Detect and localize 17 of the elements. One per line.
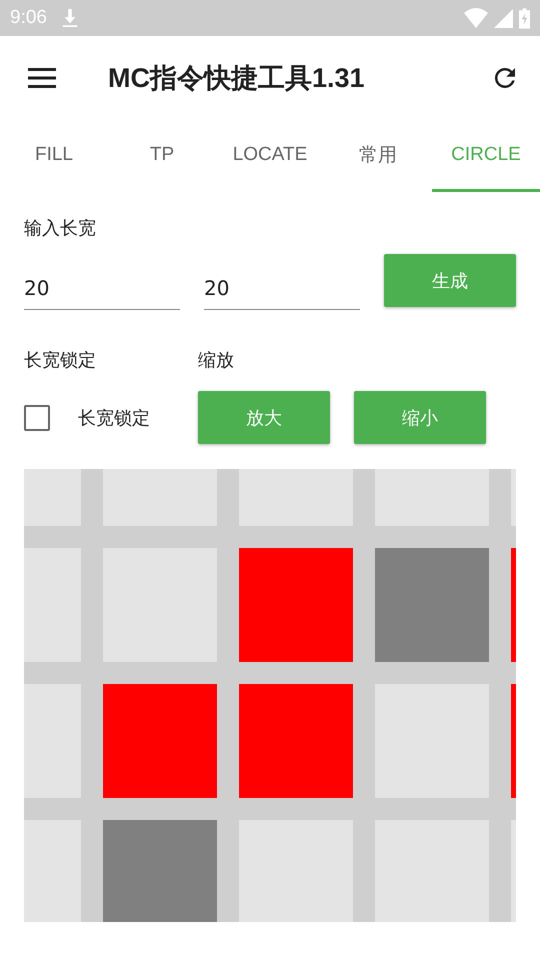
section-label: 长宽锁定: [24, 349, 97, 372]
tab[interactable]: LOCATE: [216, 120, 324, 192]
menu-icon[interactable]: [28, 68, 56, 88]
signal-icon: [494, 8, 513, 28]
width-field[interactable]: 20: [24, 254, 180, 310]
tab[interactable]: TP: [108, 120, 216, 192]
section-label: 缩放: [198, 349, 234, 372]
tab[interactable]: FILL: [0, 120, 108, 192]
app-title: MC指令快捷工具1.31: [108, 62, 366, 95]
height-field[interactable]: 20: [204, 254, 360, 310]
checkbox-label[interactable]: 长宽锁定: [78, 406, 150, 430]
tab[interactable]: 常用: [324, 120, 432, 192]
section-label: 输入长宽: [24, 217, 97, 240]
download-icon: [60, 8, 79, 28]
checkbox[interactable]: [24, 404, 50, 430]
battery-icon: [519, 8, 530, 28]
wifi-icon: [464, 8, 488, 28]
